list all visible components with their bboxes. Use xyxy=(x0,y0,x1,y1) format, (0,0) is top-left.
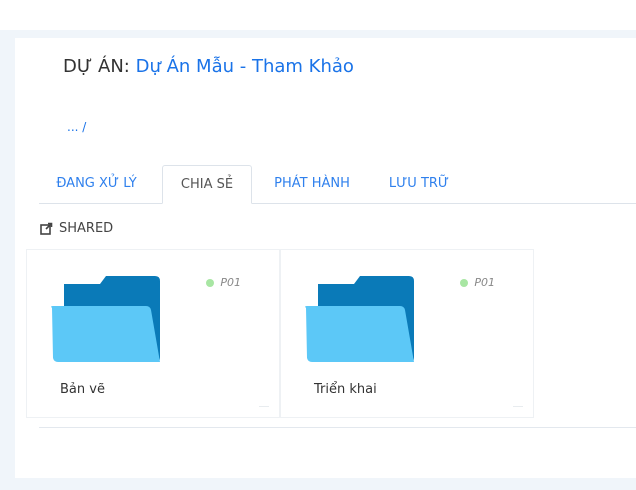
breadcrumb[interactable]: ... / xyxy=(67,120,86,134)
main-panel: DỰ ÁN: Dự Án Mẫu - Tham Khảo ... / ĐANG … xyxy=(15,38,636,478)
tab-published[interactable]: PHÁT HÀNH xyxy=(262,165,362,203)
section-label: SHARED xyxy=(59,221,114,236)
status-dot xyxy=(206,278,215,287)
folder-code: P01 xyxy=(474,276,495,289)
divider xyxy=(39,427,636,428)
folder-name: Bản vẽ xyxy=(60,382,105,397)
page-title: DỰ ÁN: Dự Án Mẫu - Tham Khảo xyxy=(63,56,354,77)
tab-archive[interactable]: LƯU TRỮ xyxy=(374,165,464,203)
folder-icon xyxy=(304,272,414,368)
section-header: SHARED xyxy=(40,221,113,236)
project-name[interactable]: Dự Án Mẫu - Tham Khảo xyxy=(136,56,354,77)
status-dot xyxy=(460,278,469,287)
divider xyxy=(513,406,523,407)
share-icon xyxy=(40,222,53,235)
tab-processing[interactable]: ĐANG XỬ LÝ xyxy=(39,165,154,203)
tab-shared[interactable]: CHIA SẺ xyxy=(162,165,252,204)
top-bar xyxy=(0,0,636,30)
folder-card[interactable]: P01 Triển khai xyxy=(280,249,534,418)
folder-code: P01 xyxy=(220,276,241,289)
status-badge: P01 xyxy=(460,276,495,289)
folder-card[interactable]: P01 Bản vẽ xyxy=(26,249,280,418)
folder-name: Triển khai xyxy=(314,382,377,397)
status-badge: P01 xyxy=(206,276,241,289)
project-prefix: DỰ ÁN: xyxy=(63,56,130,77)
divider xyxy=(259,406,269,407)
folder-icon xyxy=(50,272,161,368)
tab-bar: ĐANG XỬ LÝ CHIA SẺ PHÁT HÀNH LƯU TRỮ xyxy=(39,165,636,204)
